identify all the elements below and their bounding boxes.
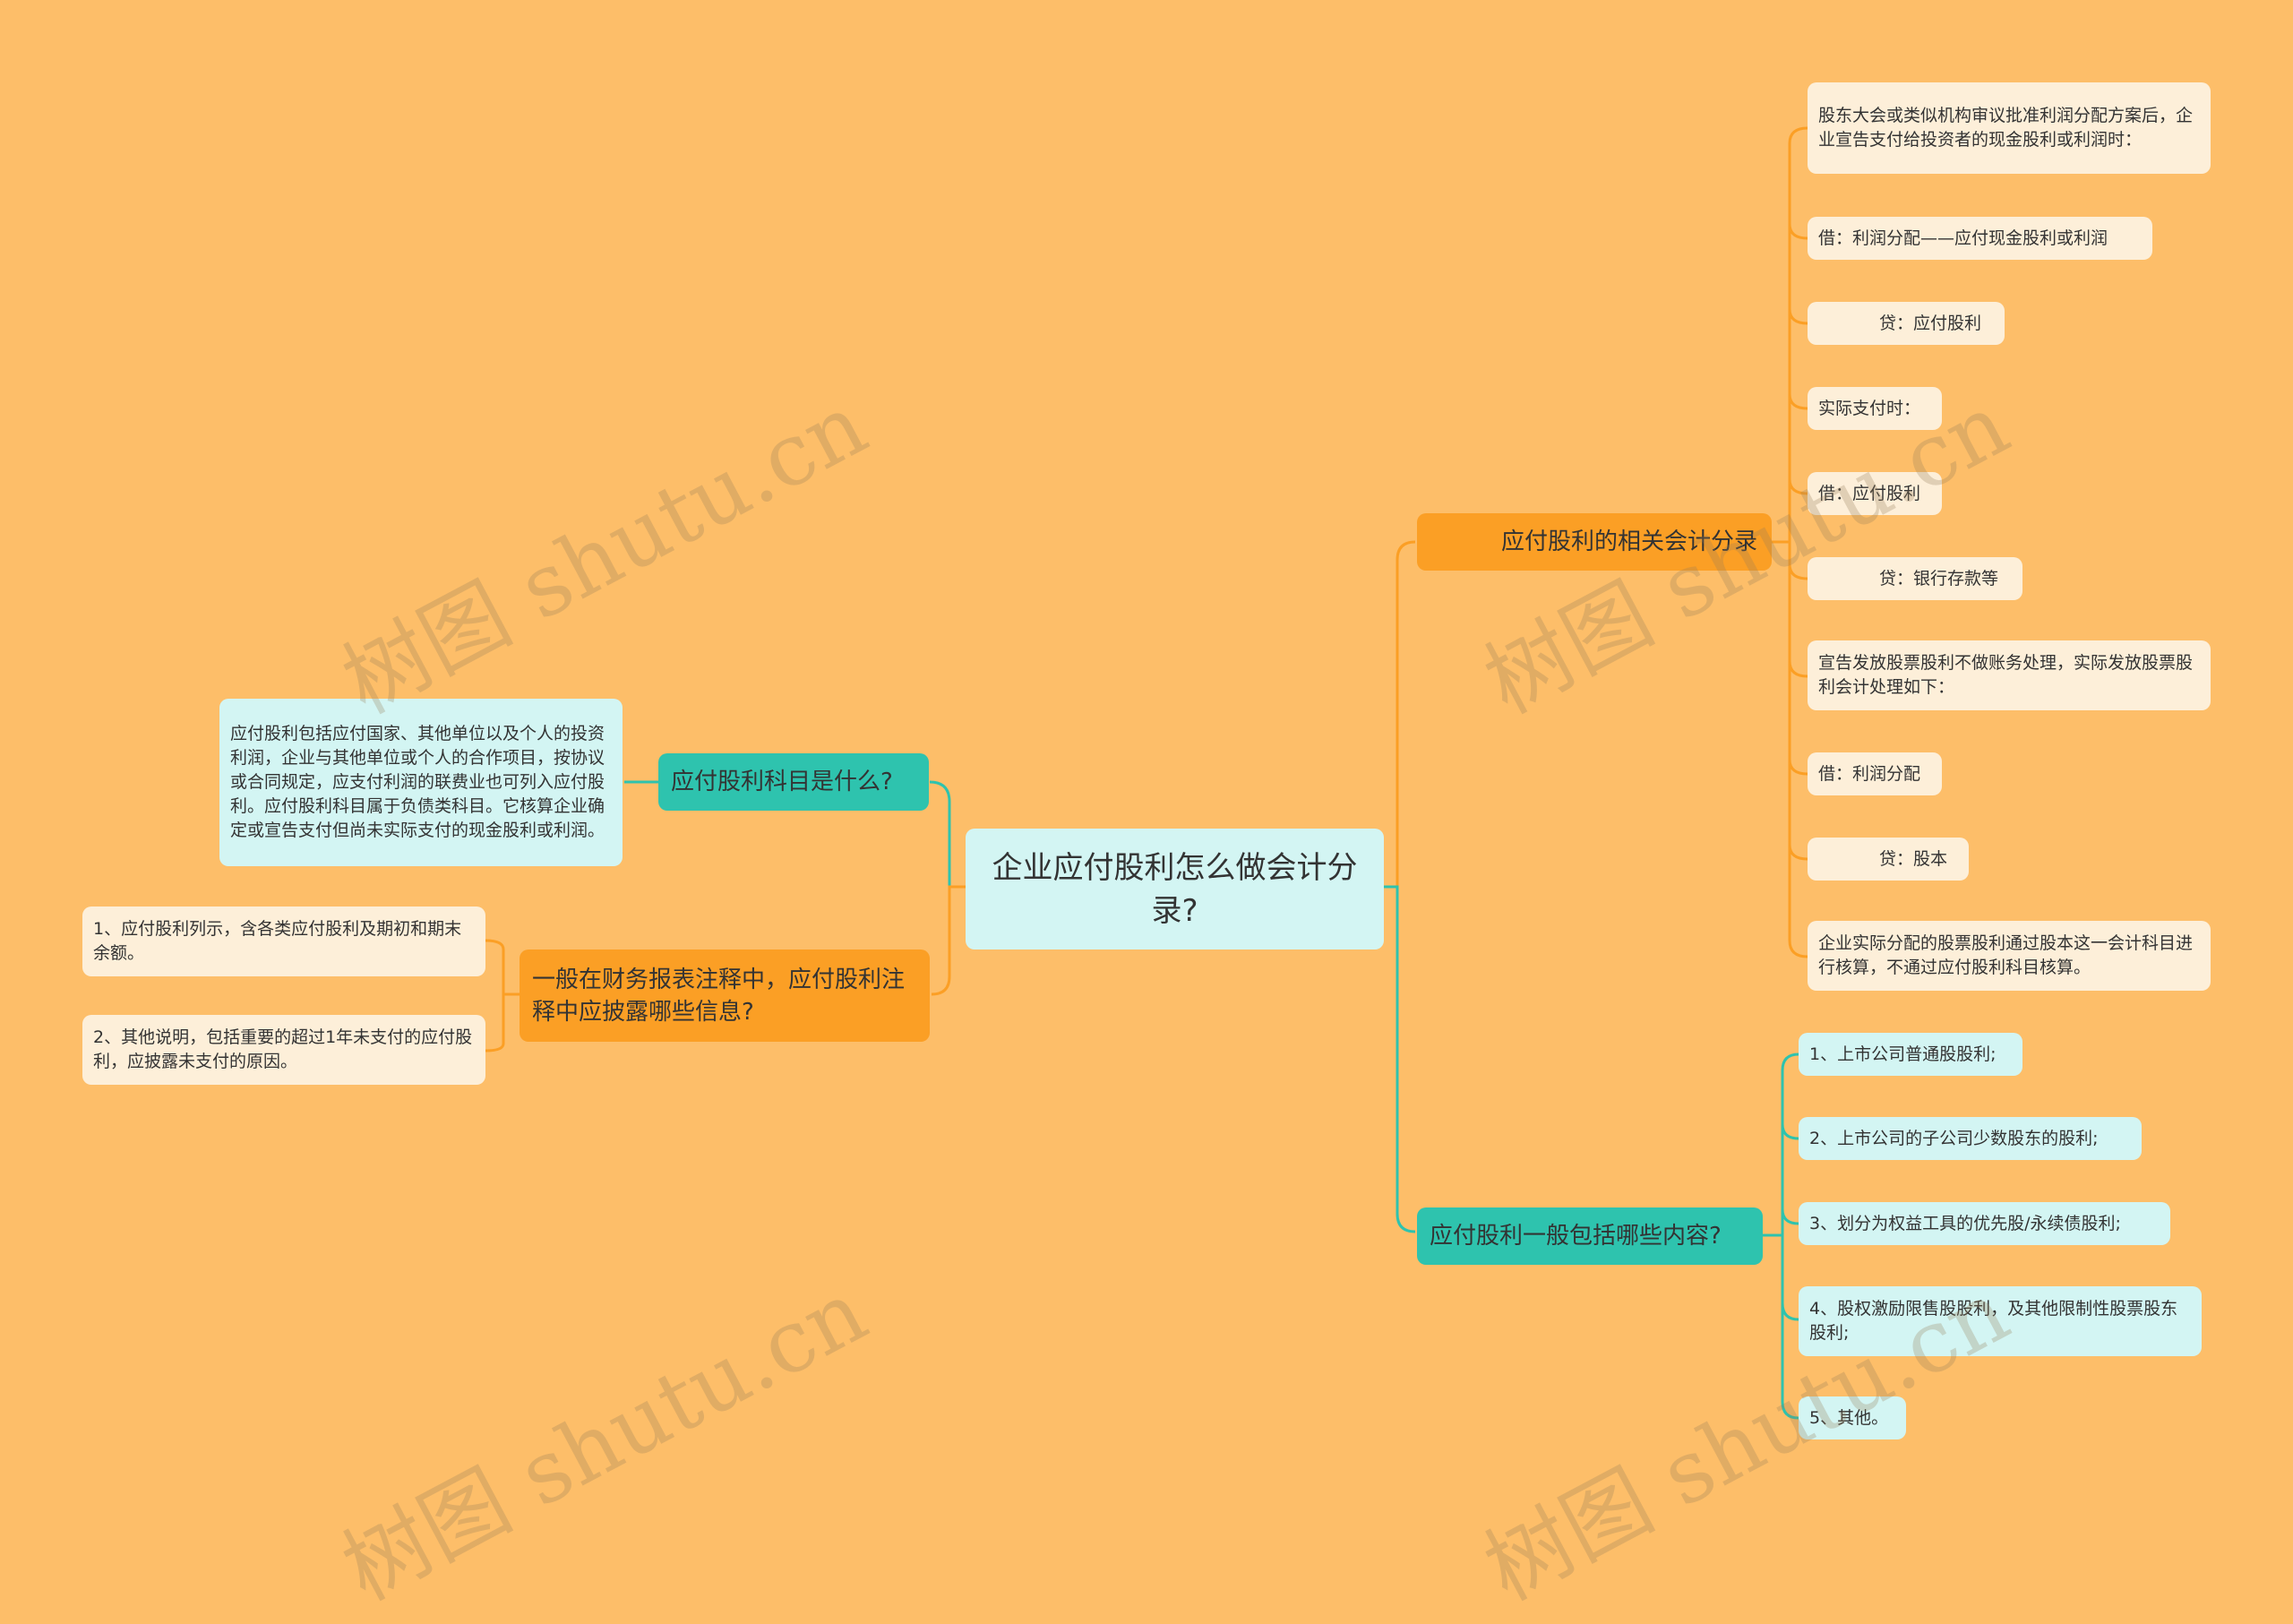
contents-leaf-4[interactable]: 4、股权激励限售股股利，及其他限制性股票股东股利; <box>1799 1286 2202 1356</box>
entries-leaf-3[interactable]: 贷：应付股利 <box>1808 302 2005 345</box>
branch-definition-label: 应付股利科目是什么? <box>671 769 893 795</box>
branch-entries-label: 应付股利的相关会计分录 <box>1500 528 1757 555</box>
entries-leaf-5[interactable]: 借：应付股利 <box>1808 472 1942 515</box>
branch-entries[interactable]: 应付股利的相关会计分录 <box>1417 513 1772 571</box>
branch-contents-label: 应付股利一般包括哪些内容? <box>1430 1223 1722 1250</box>
contents-leaf-2[interactable]: 2、上市公司的子公司少数股东的股利; <box>1799 1117 2142 1160</box>
root-topic[interactable]: 企业应付股利怎么做会计分录? <box>966 829 1384 949</box>
entries-leaf-8[interactable]: 借：利润分配 <box>1808 752 1942 795</box>
branch-disclosure[interactable]: 一般在财务报表注释中，应付股利注释中应披露哪些信息? <box>520 949 930 1042</box>
branch-definition[interactable]: 应付股利科目是什么? <box>658 753 929 811</box>
root-topic-label: 企业应付股利怎么做会计分录? <box>992 849 1358 929</box>
entries-leaf-9[interactable]: 贷：股本 <box>1808 838 1969 881</box>
entries-leaf-6[interactable]: 贷：银行存款等 <box>1808 557 2022 600</box>
entries-leaf-1[interactable]: 股东大会或类似机构审议批准利润分配方案后，企业宣告支付给投资者的现金股利或利润时… <box>1808 82 2211 174</box>
disclosure-leaf-2[interactable]: 2、其他说明，包括重要的超过1年未支付的应付股利，应披露未支付的原因。 <box>82 1015 485 1085</box>
branch-disclosure-label: 一般在财务报表注释中，应付股利注释中应披露哪些信息? <box>532 966 906 1026</box>
entries-leaf-7[interactable]: 宣告发放股票股利不做账务处理，实际发放股票股利会计处理如下： <box>1808 640 2211 710</box>
contents-leaf-1[interactable]: 1、上市公司普通股股利; <box>1799 1033 2022 1076</box>
disclosure-leaf-1[interactable]: 1、应付股利列示，含各类应付股利及期初和期末余额。 <box>82 907 485 976</box>
entries-leaf-4[interactable]: 实际支付时： <box>1808 387 1942 430</box>
entries-leaf-10[interactable]: 企业实际分配的股票股利通过股本这一会计科目进行核算，不通过应付股利科目核算。 <box>1808 921 2211 991</box>
definition-leaf[interactable]: 应付股利包括应付国家、其他单位以及个人的投资利润，企业与其他单位或个人的合作项目… <box>219 699 623 866</box>
entries-leaf-2[interactable]: 借：利润分配——应付现金股利或利润 <box>1808 217 2152 260</box>
branch-contents[interactable]: 应付股利一般包括哪些内容? <box>1417 1207 1763 1265</box>
contents-leaf-3[interactable]: 3、划分为权益工具的优先股/永续债股利; <box>1799 1202 2170 1245</box>
contents-leaf-5[interactable]: 5、其他。 <box>1799 1396 1906 1439</box>
